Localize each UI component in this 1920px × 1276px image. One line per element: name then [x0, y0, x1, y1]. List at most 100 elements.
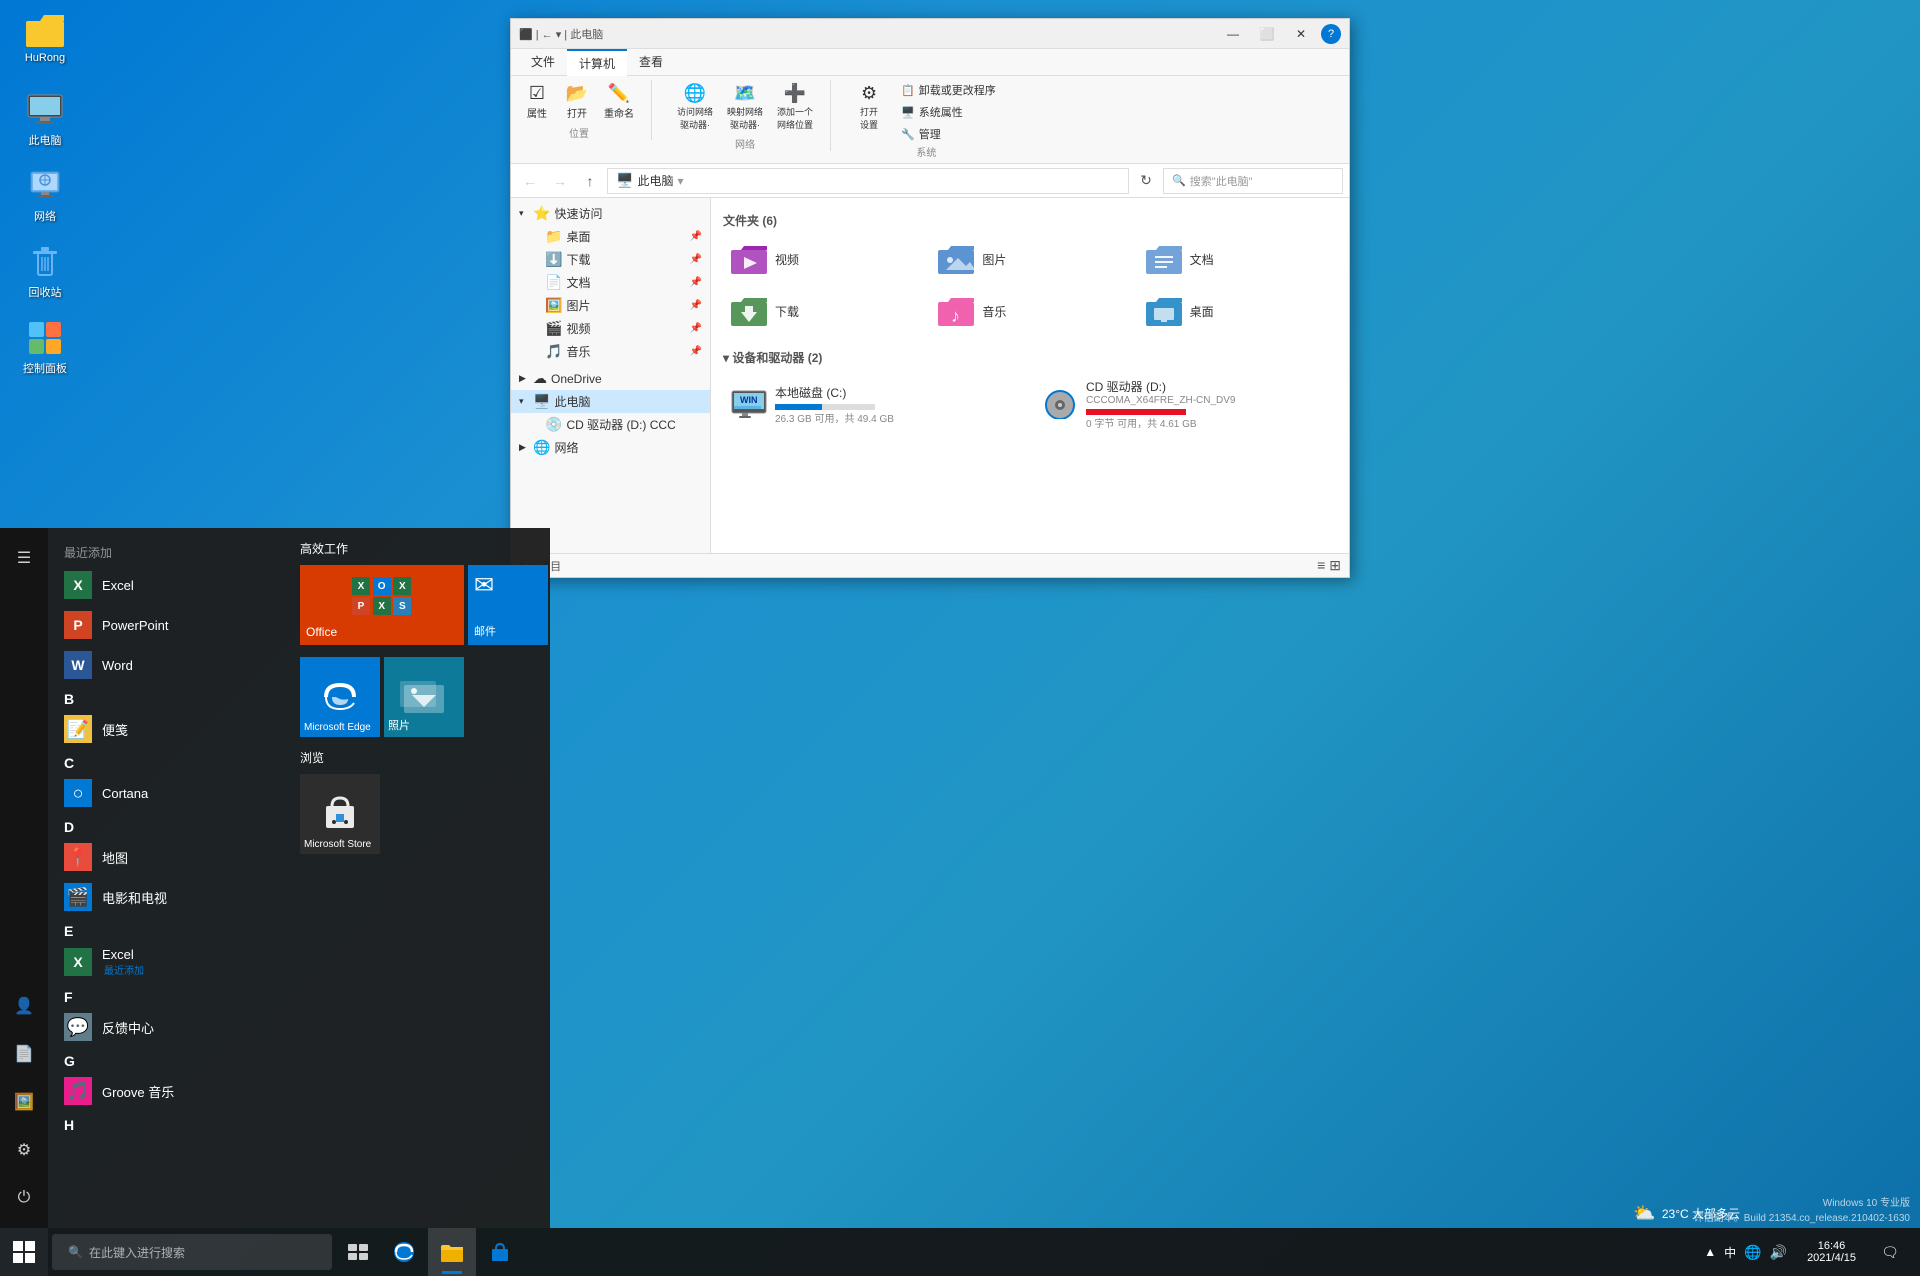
taskbar-pinned-apps [380, 1228, 524, 1276]
fe-ribbon-map-btn[interactable]: 🗺️ 映射网络驱动器· [722, 80, 768, 134]
fe-refresh-btn[interactable]: ↻ [1133, 168, 1159, 194]
taskbar-edge-btn[interactable] [380, 1228, 428, 1276]
sidebar-item-thispc[interactable]: ▾ 🖥️ 此电脑 [511, 390, 710, 413]
videos-folder-info: 视频 [775, 251, 799, 268]
sidebar-item-pictures[interactable]: 🖼️ 图片 📌 [511, 294, 710, 317]
fe-restore-btn[interactable]: ⬜ [1253, 23, 1281, 45]
fe-address-dropdown[interactable]: ▾ [677, 174, 683, 188]
start-app-word[interactable]: W Word [48, 645, 288, 685]
folder-item-documents[interactable]: 文档 [1138, 237, 1337, 281]
sidebar-item-videos[interactable]: 🎬 视频 📌 [511, 317, 710, 340]
fe-ribbon-group-network: 🌐 访问网络驱动器· 🗺️ 映射网络驱动器· ➕ 添加一个网络位置 网络 [672, 80, 831, 151]
onedrive-tree-icon: ☁ [533, 370, 547, 387]
fe-ribbon-properties-btn[interactable]: ☑ 属性 [519, 80, 555, 123]
sidebar-item-onedrive[interactable]: ▶ ☁ OneDrive [511, 367, 710, 390]
fe-ribbon-addnet-btn[interactable]: ➕ 添加一个网络位置 [772, 80, 818, 134]
drive-item-d[interactable]: CD 驱动器 (D:) CCCOMA_X64FRE_ZH-CN_DV9 0 字节… [1034, 374, 1337, 434]
fe-ribbon-group-system: ⚙ 打开设置 📋 卸载或更改程序 🖥️ 系统属性 🔧 [851, 80, 1014, 159]
start-hamburger-btn[interactable]: ☰ [2, 536, 46, 580]
videos-folder-icon [731, 241, 767, 277]
fe-close-btn[interactable]: ✕ [1287, 23, 1315, 45]
tile-mail[interactable]: ✉ 邮件 [468, 565, 548, 645]
music-folder-icon: ♪ [938, 293, 974, 329]
start-app-stickynotes[interactable]: 📝 便笺 [48, 709, 288, 749]
fe-ribbon-access-btn[interactable]: 🌐 访问网络驱动器· [672, 80, 718, 134]
volume-tray-icon[interactable]: 🔊 [1770, 1244, 1787, 1261]
taskbar-clock[interactable]: 16:46 2021/4/15 [1799, 1240, 1864, 1264]
sidebar-item-quickaccess[interactable]: ▾ ⭐ 快速访问 [511, 202, 710, 225]
fe-nav-icon1: ⬛ [519, 29, 533, 41]
fe-up-btn[interactable]: ↑ [577, 168, 603, 194]
taskbar-taskview-btn[interactable] [336, 1230, 380, 1274]
fe-tab-view[interactable]: 查看 [627, 49, 675, 75]
add-network-icon: ➕ [784, 83, 806, 104]
start-app-powerpoint[interactable]: P PowerPoint [48, 605, 288, 645]
start-app-films[interactable]: 🎬 电影和电视 [48, 877, 288, 917]
fe-ribbon-sysprop-btn[interactable]: 🖥️ 系统属性 [895, 102, 1002, 122]
start-power-btn[interactable]: ⏻ [2, 1176, 46, 1220]
start-app-groove[interactable]: 🎵 Groove 音乐 [48, 1071, 288, 1111]
taskbar-fileexplorer-btn[interactable] [428, 1228, 476, 1276]
mail-icon: ✉ [474, 571, 542, 600]
taskbar-start-btn[interactable] [0, 1228, 48, 1276]
folder-item-music[interactable]: ♪ 音乐 [930, 289, 1129, 333]
taskbar-search-bar[interactable]: 🔍 在此键入进行搜索 [52, 1234, 332, 1270]
fe-tab-computer[interactable]: 计算机 [567, 49, 627, 76]
sidebar-item-desktop[interactable]: 📁 桌面 📌 [511, 225, 710, 248]
desktop-icon-network[interactable]: 网络 [10, 166, 80, 224]
start-app-maps[interactable]: 📍 地图 [48, 837, 288, 877]
weather-widget[interactable]: ⛅ 23°C 大部多云 [1633, 1203, 1740, 1224]
fe-list-view-btn[interactable]: ≡ [1317, 557, 1325, 574]
start-documents-btn[interactable]: 📄 [2, 1032, 46, 1076]
fe-minimize-btn[interactable]: — [1219, 23, 1247, 45]
start-settings-btn[interactable]: ⚙ [2, 1128, 46, 1172]
clock-time: 16:46 [1818, 1240, 1846, 1252]
tile-mail-inner: ✉ 邮件 [468, 565, 548, 645]
start-app-excel-e[interactable]: X Excel 最近添加 [48, 941, 288, 983]
folder-item-desktop[interactable]: 桌面 [1138, 289, 1337, 333]
cddrive-tree-label: CD 驱动器 (D:) CCC [566, 416, 675, 433]
tile-edge[interactable]: Microsoft Edge [300, 657, 380, 737]
start-app-feedback[interactable]: 💬 反馈中心 [48, 1007, 288, 1047]
properties-icon: ☑ [529, 83, 545, 104]
tile-photos[interactable]: 照片 [384, 657, 464, 737]
fe-title-text: ⬛ | ← ▾ | 此电脑 [519, 26, 603, 42]
fe-back-btn[interactable]: ← [517, 168, 543, 194]
sidebar-item-network[interactable]: ▶ 🌐 网络 [511, 436, 710, 459]
taskbar-store-btn[interactable] [476, 1228, 524, 1276]
fe-ribbon-rename-btn[interactable]: ✏️ 重命名 [599, 80, 639, 123]
fe-ribbon-open-btn[interactable]: 📂 打开 [559, 80, 595, 123]
folder-item-pictures[interactable]: 图片 [930, 237, 1129, 281]
folder-item-downloads[interactable]: 下载 [723, 289, 922, 333]
start-app-excel-recent[interactable]: X Excel [48, 565, 288, 605]
fe-ribbon-manage-btn[interactable]: 🔧 管理 [895, 124, 1002, 144]
fe-address-box[interactable]: 🖥️ 此电脑 ▾ [607, 168, 1129, 194]
desktop-icon-thispc[interactable]: 此电脑 [10, 90, 80, 148]
network-tray-icon[interactable]: 🌐 [1744, 1244, 1761, 1261]
fe-tab-file[interactable]: 文件 [519, 49, 567, 75]
start-pictures-btn[interactable]: 🖼️ [2, 1080, 46, 1124]
fe-forward-btn[interactable]: → [547, 168, 573, 194]
sidebar-item-music[interactable]: 🎵 音乐 📌 [511, 340, 710, 363]
tray-up-arrow[interactable]: ▲ [1704, 1245, 1716, 1259]
fe-ribbon-uninstall-btn[interactable]: 📋 卸载或更改程序 [895, 80, 1002, 100]
start-user-btn[interactable]: 👤 [2, 984, 46, 1028]
fe-ribbon-opensettings-btn[interactable]: ⚙ 打开设置 [851, 80, 887, 144]
drive-item-c[interactable]: WIN 本地磁盘 (C:) 26.3 GB 可用，共 49.4 GB [723, 374, 1026, 434]
folder-item-videos[interactable]: 视频 [723, 237, 922, 281]
desktop-icon-controlpanel[interactable]: 控制面板 [10, 318, 80, 376]
downloads-tree-label: 下载 [566, 251, 590, 268]
start-app-cortana[interactable]: ○ Cortana [48, 773, 288, 813]
sidebar-item-cddrive[interactable]: 💿 CD 驱动器 (D:) CCC [511, 413, 710, 436]
sidebar-item-documents[interactable]: 📄 文档 📌 [511, 271, 710, 294]
sidebar-item-downloads[interactable]: ⬇️ 下载 📌 [511, 248, 710, 271]
desktop-icon-recycle[interactable]: 回收站 [10, 242, 80, 300]
tile-office[interactable]: X O X P X S Office [300, 565, 464, 645]
desktop-icon-hurong[interactable]: HuRong [10, 10, 80, 64]
tiles-grid-browse: Microsoft Store [300, 774, 538, 854]
taskbar-notification-btn[interactable]: 🗨 [1868, 1230, 1912, 1274]
fe-search-box[interactable]: 🔍 搜索"此电脑" [1163, 168, 1343, 194]
fe-grid-view-btn[interactable]: ⊞ [1329, 557, 1341, 574]
fe-help-btn[interactable]: ? [1321, 24, 1341, 44]
tile-store[interactable]: Microsoft Store [300, 774, 380, 854]
